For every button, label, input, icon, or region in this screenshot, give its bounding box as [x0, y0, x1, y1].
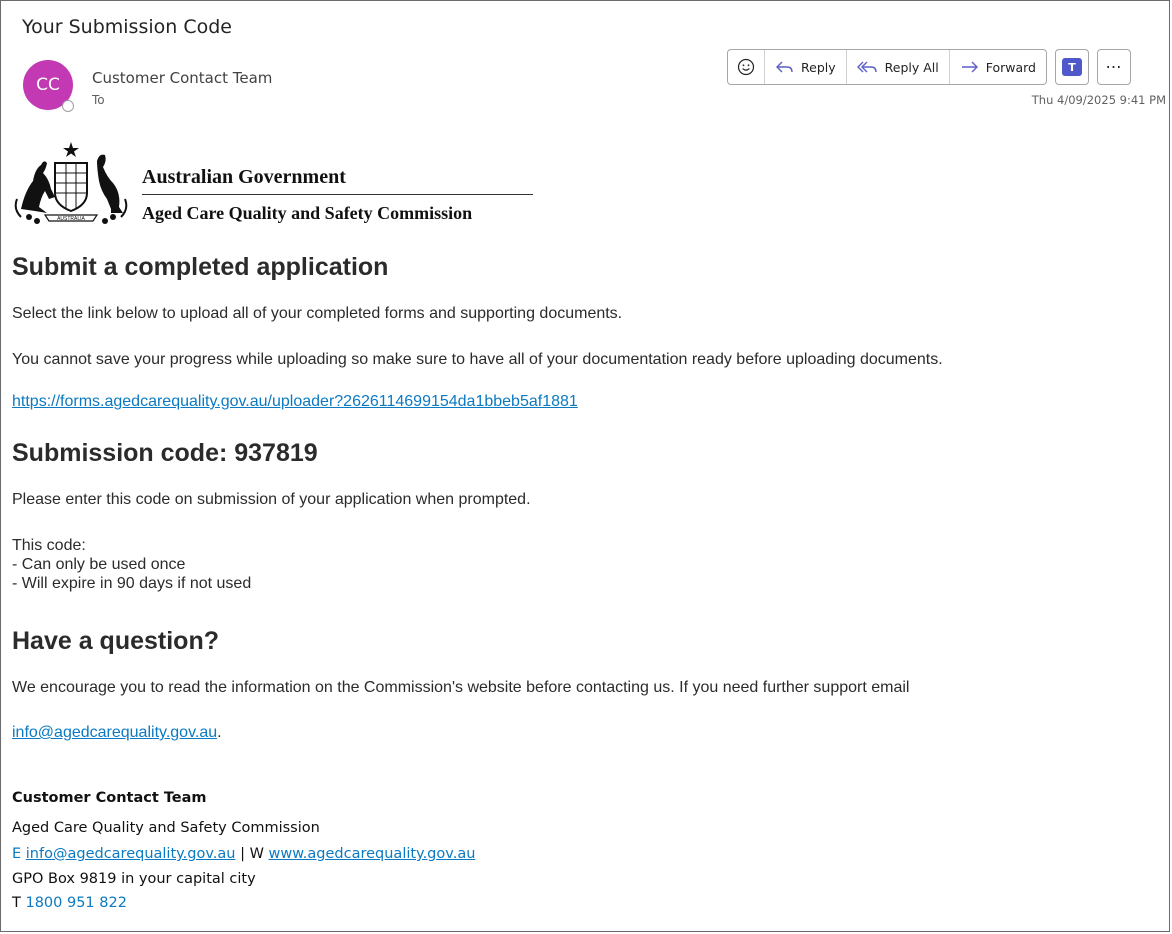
more-icon: ⋯ — [1105, 59, 1123, 76]
code-rule-expire: - Will expire in 90 days if not used — [12, 575, 252, 592]
reply-label: Reply — [801, 59, 836, 75]
support-email-line: info@agedcarequality.gov.au. — [12, 724, 222, 742]
signature-address: GPO Box 9819 in your capital city — [12, 871, 256, 887]
message-actions-toolbar: Reply Reply All Forward T ⋯ — [727, 49, 1131, 85]
sender-name[interactable]: Customer Contact Team — [92, 69, 272, 87]
presence-status-icon — [62, 100, 74, 112]
reply-button[interactable]: Reply — [765, 50, 847, 84]
emoji-reaction-button[interactable] — [728, 50, 765, 84]
paragraph-enter-code: Please enter this code on submission of … — [12, 491, 531, 508]
signature-email-link[interactable]: info@agedcarequality.gov.au — [26, 846, 236, 862]
coat-of-arms-scroll-text: AUSTRALIA — [57, 216, 85, 222]
logo-divider — [142, 194, 533, 195]
heading-submission-code: Submission code: 937819 — [12, 439, 318, 467]
signature-separator: | W — [240, 846, 264, 862]
signature-website-link[interactable]: www.agedcarequality.gov.au — [269, 846, 476, 862]
to-label[interactable]: To — [92, 93, 105, 107]
agency-name: Aged Care Quality and Safety Commission — [142, 203, 473, 223]
heading-submit-application: Submit a completed application — [12, 253, 389, 281]
upload-link[interactable]: https://forms.agedcarequality.gov.au/upl… — [12, 393, 578, 410]
support-email-link[interactable]: info@agedcarequality.gov.au — [12, 724, 217, 741]
signature-org: Aged Care Quality and Safety Commission — [12, 820, 320, 836]
forward-icon — [961, 61, 978, 73]
code-rules: This code: - Can only be used once - Wil… — [12, 536, 251, 593]
reply-icon — [776, 61, 793, 73]
signature-phone-prefix: T — [12, 895, 21, 911]
code-intro: This code: — [12, 537, 86, 554]
reply-button-group: Reply Reply All Forward — [727, 49, 1047, 85]
signature-email-prefix: E — [12, 846, 22, 862]
received-timestamp: Thu 4/09/2025 9:41 PM — [1031, 93, 1166, 107]
code-rule-once: - Can only be used once — [12, 556, 186, 573]
reply-all-label: Reply All — [884, 59, 939, 75]
emoji-icon — [737, 58, 755, 76]
forward-label: Forward — [985, 59, 1036, 75]
signature-phone[interactable]: 1800 951 822 — [25, 895, 126, 911]
heading-have-question: Have a question? — [12, 627, 219, 655]
paragraph-encourage: We encourage you to read the information… — [12, 679, 910, 696]
signature-contact-line: E info@agedcarequality.gov.au | W www.ag… — [12, 846, 475, 862]
paragraph-cannot-save: You cannot save your progress while uplo… — [12, 351, 943, 368]
reply-all-button[interactable]: Reply All — [847, 50, 950, 84]
teams-button[interactable]: T — [1055, 49, 1089, 85]
support-email-suffix: . — [217, 724, 222, 741]
more-actions-button[interactable]: ⋯ — [1097, 49, 1131, 85]
signature-team: Customer Contact Team — [12, 790, 207, 806]
coat-of-arms-icon: AUSTRALIA — [14, 142, 128, 224]
signature-phone-line: T 1800 951 822 — [12, 895, 127, 911]
teams-icon: T — [1062, 58, 1082, 76]
email-subject: Your Submission Code — [22, 16, 232, 38]
upload-link-line: https://forms.agedcarequality.gov.au/upl… — [12, 393, 578, 411]
government-name: Australian Government — [142, 166, 346, 188]
reply-all-icon — [856, 61, 877, 73]
avatar-initials: CC — [36, 75, 60, 95]
forward-button[interactable]: Forward — [950, 50, 1046, 84]
paragraph-select-link: Select the link below to upload all of y… — [12, 305, 623, 322]
